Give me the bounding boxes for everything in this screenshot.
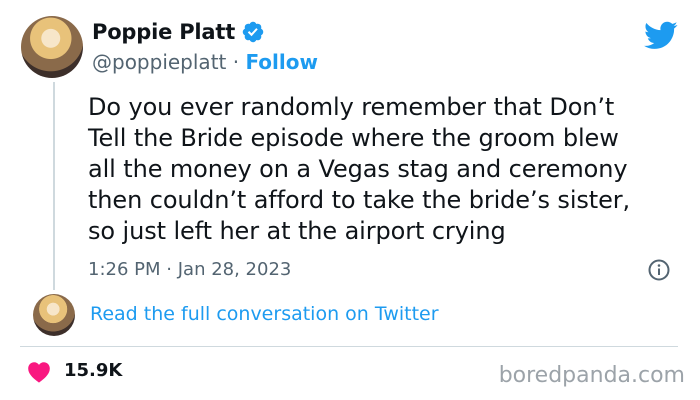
- twitter-bird-icon[interactable]: [644, 18, 678, 52]
- author-handle[interactable]: @poppieplatt: [92, 50, 226, 74]
- watermark: boredpanda.com: [498, 363, 685, 388]
- tweet-timestamp[interactable]: 1:26 PM · Jan 28, 2023: [88, 259, 291, 280]
- author-handle-row: @poppieplatt · Follow: [92, 50, 318, 74]
- author-avatar[interactable]: [21, 16, 83, 78]
- read-conversation-link[interactable]: Read the full conversation on Twitter: [90, 303, 439, 325]
- like-count: 15.9K: [64, 360, 123, 381]
- tweet-date: Jan 28, 2023: [177, 259, 292, 280]
- author-name-row: Poppie Platt: [92, 20, 265, 44]
- conversation-avatar: [33, 294, 75, 336]
- tweet-time: 1:26 PM: [88, 259, 161, 280]
- author-name[interactable]: Poppie Platt: [92, 20, 235, 44]
- tweet-text: Do you ever randomly remember that Don’t…: [88, 93, 631, 245]
- verified-badge-icon: [242, 21, 264, 43]
- follow-button[interactable]: Follow: [245, 50, 318, 74]
- heart-icon[interactable]: [27, 361, 51, 383]
- divider: [20, 346, 678, 347]
- timestamp-separator: ·: [166, 259, 172, 280]
- handle-separator: ·: [232, 50, 240, 74]
- thread-line: [53, 82, 55, 290]
- info-icon[interactable]: [647, 258, 671, 282]
